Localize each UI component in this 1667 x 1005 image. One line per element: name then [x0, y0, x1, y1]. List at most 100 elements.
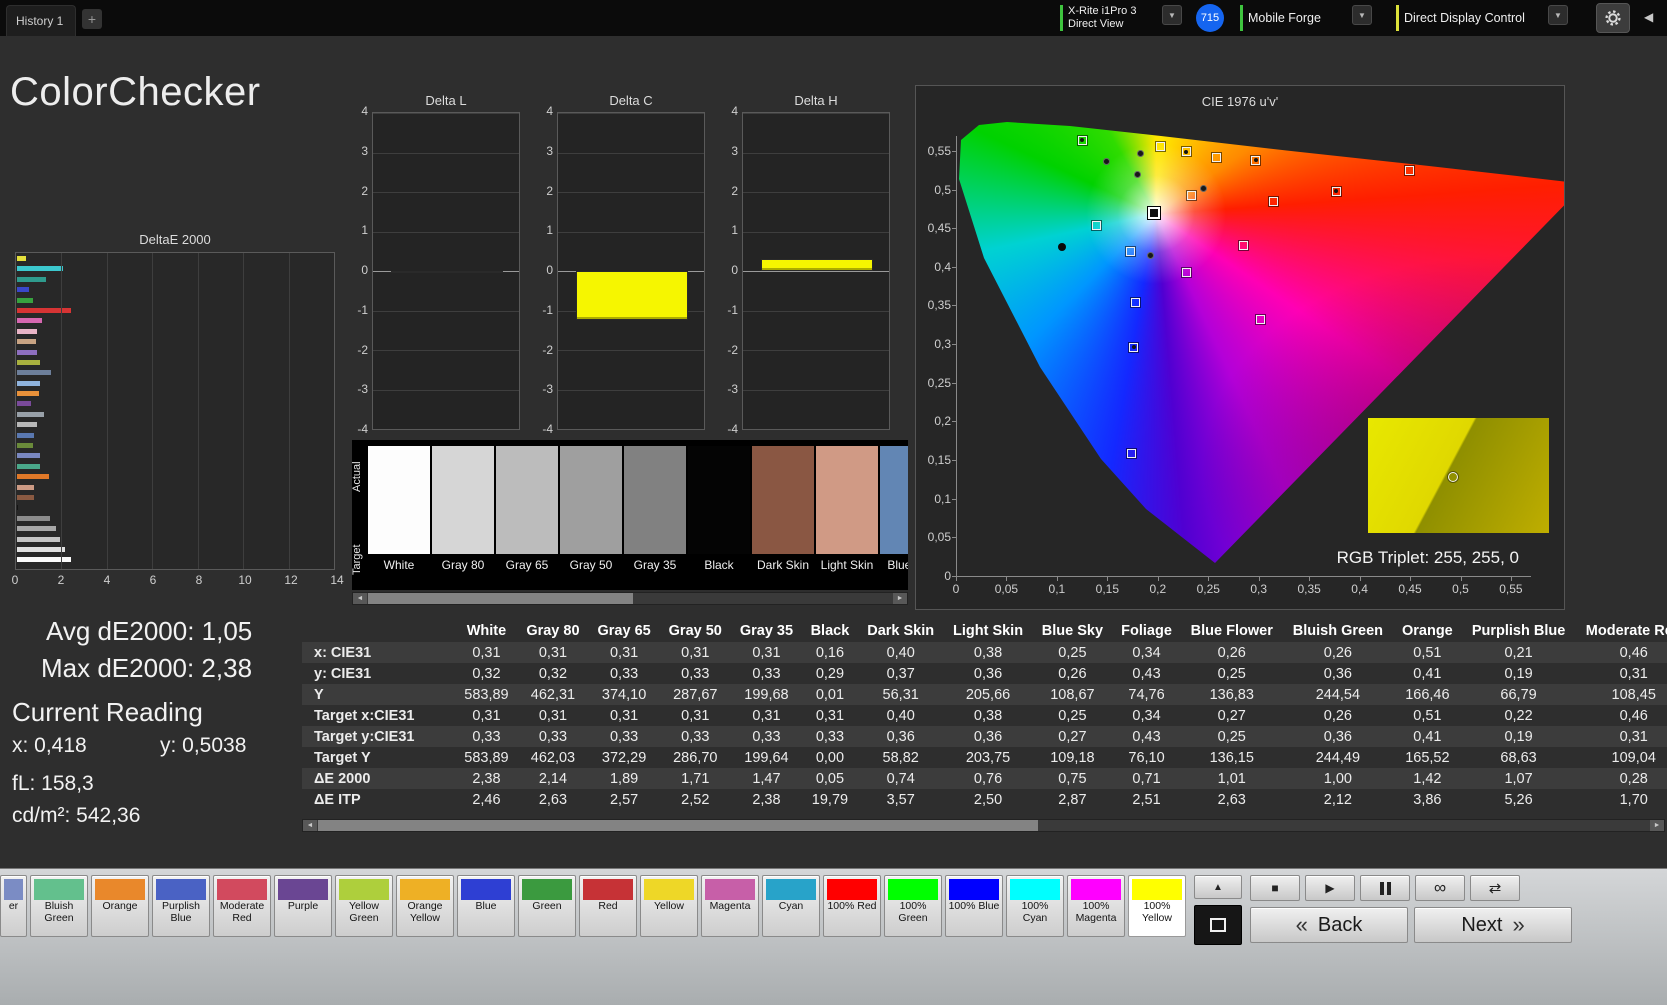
table-cell: 0,43 [1132, 665, 1161, 682]
scroll-right-button[interactable]: ► [1650, 820, 1664, 831]
chevron-left-icon: ◀ [1644, 10, 1654, 24]
patch-swatch [583, 879, 633, 900]
continuous-measure-button[interactable]: ∞ [1415, 875, 1465, 901]
x-tick-label: 0,1 [1048, 582, 1066, 596]
cie-point [1199, 185, 1207, 193]
swatch-item[interactable]: Blue Sky [880, 446, 908, 572]
source-selector[interactable]: Mobile Forge [1240, 3, 1348, 33]
stop-button[interactable]: ■ [1250, 875, 1300, 901]
deltae-bar [17, 453, 40, 459]
y-tick-label: -1 [727, 302, 738, 317]
swatch-scrollbar[interactable]: ◄ ► [352, 592, 908, 605]
y-tick-label: 0 [944, 569, 951, 583]
y-tick-label: -1 [357, 302, 368, 317]
table-cell: 0,31 [752, 644, 781, 661]
patch-button-100-red[interactable]: 100% Red [823, 875, 881, 937]
delta-l-plot [372, 112, 520, 430]
back-button[interactable]: « Back [1250, 907, 1408, 943]
patch-swatch [339, 879, 389, 900]
y-tick-label: -2 [357, 342, 368, 357]
settings-button[interactable] [1596, 3, 1630, 33]
table-cell: 0,33 [681, 665, 710, 682]
display-control-selector[interactable]: Direct Display Control [1396, 3, 1544, 33]
y-tick-label: 0,15 [927, 453, 951, 468]
patch-button-blue[interactable]: Blue [457, 875, 515, 937]
y-tick-label: 0,45 [927, 221, 951, 236]
patch-button-er[interactable]: er [0, 875, 27, 937]
gridline [197, 253, 199, 569]
table-row: ΔE 2000 2,38 2,14 1,89 1,71 1,47 0,05 0,74 0,76 0… [302, 768, 1667, 789]
display-control-dropdown-button[interactable]: ▼ [1548, 5, 1568, 25]
patch-button-purplish-blue[interactable]: Purplish Blue [152, 875, 210, 937]
gridline [61, 253, 63, 569]
add-tab-button[interactable]: + [82, 9, 102, 29]
patch-button-yellow[interactable]: Yellow [640, 875, 698, 937]
meter-line2: Direct View [1068, 18, 1124, 30]
patch-list-up-button[interactable]: ▲ [1194, 875, 1242, 899]
column-header: Black [810, 623, 850, 639]
y-tick-label: 4 [546, 104, 553, 118]
swatch-item[interactable]: Dark Skin [752, 446, 814, 572]
swatch-item[interactable]: Gray 80 [432, 446, 494, 572]
gridline [152, 253, 154, 569]
swatch-item[interactable]: Gray 35 [624, 446, 686, 572]
patch-button-100-cyan[interactable]: 100% Cyan [1006, 875, 1064, 937]
swatch-item[interactable]: Gray 65 [496, 446, 558, 572]
x-tick [1410, 576, 1412, 581]
swatch-item[interactable]: Black [688, 446, 750, 572]
source-dropdown-button[interactable]: ▼ [1352, 5, 1372, 25]
source-name: Mobile Forge [1248, 11, 1321, 25]
y-tick-label: 0,25 [927, 375, 951, 390]
pause-button[interactable] [1360, 875, 1410, 901]
swatch-item[interactable]: Gray 50 [560, 446, 622, 572]
patch-swatch [400, 879, 450, 900]
next-button-label: Next [1461, 913, 1503, 936]
scrollbar-thumb[interactable] [368, 593, 633, 604]
swatch-color [368, 446, 430, 554]
loop-button[interactable]: ⇄ [1470, 875, 1520, 901]
table-cell: 19,79 [811, 791, 849, 808]
patch-button-orange-yellow[interactable]: Orange Yellow [396, 875, 454, 937]
rgb-triplet-label: RGB Triplet: 255, 255, 0 [1336, 548, 1519, 567]
patch-button-100-magenta[interactable]: 100% Magenta [1067, 875, 1125, 937]
row-label: Target y:CIE31 [314, 728, 415, 745]
swatch-item[interactable]: Light Skin [816, 446, 878, 572]
next-button[interactable]: Next » [1414, 907, 1572, 943]
patch-button-cyan[interactable]: Cyan [762, 875, 820, 937]
patch-button-100-blue[interactable]: 100% Blue [945, 875, 1003, 937]
table-cell: 0,31 [681, 707, 710, 724]
patch-button-green[interactable]: Green [518, 875, 576, 937]
table-cell: 0,26 [1058, 665, 1087, 682]
measurement-table: White Gray 80 Gray 65 Gray 50 Gray 35 Black Da… [302, 620, 1667, 818]
patch-label: Yellow [654, 900, 684, 912]
x-tick [1510, 576, 1512, 581]
table-scrollbar[interactable]: ◄ ► [302, 819, 1665, 832]
patch-button-magenta[interactable]: Magenta [701, 875, 759, 937]
swatch-item[interactable]: White [368, 446, 430, 572]
patch-button-red[interactable]: Red [579, 875, 637, 937]
patch-button-100-yellow[interactable]: 100% Yellow [1128, 875, 1186, 937]
meter-dropdown-button[interactable]: ▼ [1162, 5, 1182, 25]
scroll-right-button[interactable]: ► [893, 593, 907, 604]
patch-button-moderate-red[interactable]: Moderate Red [213, 875, 271, 937]
patch-button-orange[interactable]: Orange [91, 875, 149, 937]
table-cell: 0,32 [472, 665, 501, 682]
patch-label: 100% Yellow [1142, 900, 1172, 924]
y-tick-label: -4 [357, 422, 368, 436]
scroll-left-button[interactable]: ◄ [303, 820, 317, 831]
table-cell: 0,51 [1413, 644, 1442, 661]
deltae-bar [17, 266, 64, 272]
table-cell: 2,46 [472, 791, 501, 808]
current-reading-label: Current Reading [12, 697, 203, 727]
display-window-button[interactable] [1194, 905, 1242, 945]
history-tab[interactable]: History 1 [6, 5, 76, 36]
patch-button-bluish-green[interactable]: Bluish Green [30, 875, 88, 937]
patch-button-purple[interactable]: Purple [274, 875, 332, 937]
patch-button-yellow-green[interactable]: Yellow Green [335, 875, 393, 937]
play-button[interactable]: ▶ [1305, 875, 1355, 901]
collapse-panel-button[interactable]: ◀ [1644, 10, 1653, 24]
scrollbar-thumb[interactable] [318, 820, 1038, 831]
table-cell: 76,10 [1128, 749, 1165, 766]
scroll-left-button[interactable]: ◄ [353, 593, 367, 604]
patch-button-100-green[interactable]: 100% Green [884, 875, 942, 937]
